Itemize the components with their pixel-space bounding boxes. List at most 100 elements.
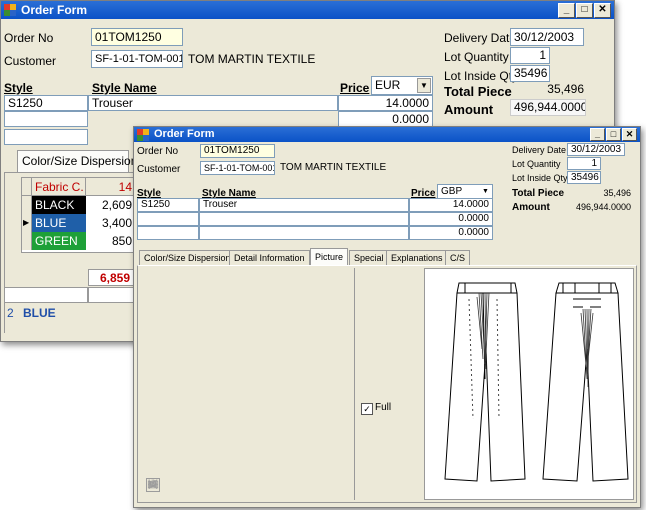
price-row-3[interactable]: 0.0000 (409, 226, 493, 240)
row-selector[interactable] (22, 232, 32, 250)
tab-color-size-dispersion[interactable]: Color/Size Dispersion (139, 250, 236, 265)
lot-quantity-label: Lot Quantity (512, 159, 561, 169)
grid-header-fabric[interactable]: Fabric C. (32, 178, 86, 196)
tab-special[interactable]: Special (349, 250, 389, 265)
media-player-area[interactable]: ▷ ‖ □ ▷| |◁ |▷ ◁| ↺ ◺ (140, 268, 355, 500)
customer-label: Customer (137, 164, 181, 175)
app-icon (4, 4, 16, 16)
tab-color-size-dispersion[interactable]: Color/Size Dispersion (17, 150, 137, 172)
price-row-2[interactable]: 0.0000 (338, 111, 433, 127)
order-form-window-front: Order Form _ □ ✕ Order No 01TOM1250 Cust… (133, 126, 641, 508)
delivery-date-label: Delivery Date (512, 145, 567, 155)
lot-inside-label: Lot Inside Qty. (512, 173, 570, 183)
tab-explanations[interactable]: Explanations (386, 250, 448, 265)
tab-detail-information[interactable]: Detail Information (229, 250, 310, 265)
full-label: Full (375, 402, 392, 413)
style-name-row-3[interactable] (199, 226, 409, 240)
minimize-button[interactable]: _ (590, 128, 605, 141)
lot-quantity-field[interactable]: 1 (567, 157, 601, 170)
style-row-1[interactable]: S1250 (4, 95, 88, 111)
order-no-field[interactable]: 01TOM1250 (200, 144, 275, 158)
order-no-field[interactable]: 01TOM1250 (91, 28, 183, 46)
currency-value: EUR (375, 78, 401, 92)
chevron-down-icon[interactable]: ▼ (417, 78, 431, 93)
title-bar[interactable]: Order Form _ □ ✕ (1, 1, 614, 19)
mute-icon[interactable]: ◺ (146, 478, 160, 492)
price-row-2[interactable]: 0.0000 (409, 212, 493, 226)
chevron-down-icon[interactable]: ▼ (480, 186, 491, 197)
style-name-row-1[interactable]: Trouser (88, 95, 338, 111)
style-row-3[interactable] (137, 226, 199, 240)
status-field-2 (88, 287, 134, 303)
customer-label: Customer (4, 54, 57, 68)
row-selector[interactable]: ▶ (22, 214, 32, 232)
trousers-sketch-image (424, 268, 634, 500)
price-row-1[interactable]: 14.0000 (409, 198, 493, 212)
order-no-label: Order No (137, 146, 179, 157)
currency-select[interactable]: EUR ▼ (371, 76, 433, 95)
delivery-date-field[interactable]: 30/12/2003 (567, 143, 625, 156)
style-row-3[interactable] (4, 129, 88, 145)
close-button[interactable]: ✕ (594, 3, 611, 18)
order-no-label: Order No (4, 31, 54, 45)
grid-corner (22, 178, 32, 196)
total-piece-value: 35,496 (547, 82, 584, 96)
status-field (4, 287, 88, 303)
window-title: Order Form (154, 128, 215, 140)
tab-strip: Color/Size Dispersion Detail Information… (137, 248, 637, 265)
color-cell[interactable]: GREEN (32, 232, 86, 250)
style-name-row-1[interactable]: Trouser (199, 198, 409, 212)
trousers-sketch (444, 282, 629, 482)
style-name-header: Style Name (92, 81, 157, 95)
maximize-button[interactable]: □ (576, 3, 593, 18)
customer-code-field[interactable]: SF-1-01-TOM-001 (91, 50, 183, 68)
tab-picture[interactable]: Picture (310, 248, 349, 265)
color-cell[interactable]: BLACK (32, 196, 86, 214)
total-piece-label: Total Piece (512, 188, 565, 199)
media-controls: ▷ ‖ □ ▷| |◁ |▷ ◁| ↺ ◺ (146, 478, 356, 494)
full-checkbox[interactable]: ✓ (361, 403, 373, 415)
window-title: Order Form (21, 3, 88, 17)
currency-value: GBP (441, 186, 463, 197)
quantity-cell[interactable]: 850 (86, 232, 135, 250)
lot-quantity-field[interactable]: 1 (510, 47, 550, 64)
customer-code-field[interactable]: SF-1-01-TOM-001 (200, 161, 275, 175)
delivery-date-field[interactable]: 30/12/2003 (510, 28, 584, 46)
row-selector[interactable] (22, 196, 32, 214)
lot-inside-label: Lot Inside Qty. (444, 69, 521, 83)
status-number: 2 (7, 306, 14, 320)
style-header: Style (4, 81, 33, 95)
style-name-row-2[interactable] (199, 212, 409, 226)
picture-panel: ▷ ‖ □ ▷| |◁ |▷ ◁| ↺ ◺ ✓ Full (137, 265, 637, 503)
style-row-2[interactable] (4, 111, 88, 127)
total-piece-value: 35,496 (603, 188, 631, 198)
minimize-button[interactable]: _ (558, 3, 575, 18)
quantity-cell[interactable]: 3,400 (86, 214, 135, 232)
tab-cs[interactable]: C/S (445, 250, 471, 265)
lot-inside-field[interactable]: 35496 (510, 65, 550, 82)
color-cell[interactable]: BLUE (32, 214, 86, 232)
price-row-1[interactable]: 14.0000 (338, 95, 433, 111)
title-bar[interactable]: Order Form _ □ ✕ (134, 127, 640, 142)
customer-name: TOM MARTIN TEXTILE (280, 162, 387, 173)
customer-name: TOM MARTIN TEXTILE (188, 52, 316, 66)
maximize-button[interactable]: □ (606, 128, 621, 141)
delivery-date-label: Delivery Date (444, 31, 517, 45)
style-row-2[interactable] (137, 212, 199, 226)
amount-label: Amount (444, 102, 494, 117)
grid-header-size[interactable]: 14 (86, 178, 135, 196)
total-piece-label: Total Piece (444, 84, 512, 99)
close-button[interactable]: ✕ (622, 128, 637, 141)
grid-total: 6,859 (88, 269, 134, 286)
style-row-1[interactable]: S1250 (137, 198, 199, 212)
amount-label: Amount (512, 202, 550, 213)
app-icon (137, 129, 149, 141)
currency-select[interactable]: GBP ▼ (437, 184, 493, 199)
lot-inside-field[interactable]: 35496 (567, 171, 601, 184)
lot-quantity-label: Lot Quantity (444, 50, 509, 64)
color-grid: Fabric C. 14 BLACK 2,609 ▶ BLUE 3,400 GREEN 85… (21, 177, 136, 253)
amount-field: 496,944.0000 (510, 99, 586, 116)
status-color-name: BLUE (23, 306, 56, 320)
amount-value: 496,944.0000 (575, 202, 631, 212)
quantity-cell[interactable]: 2,609 (86, 196, 135, 214)
